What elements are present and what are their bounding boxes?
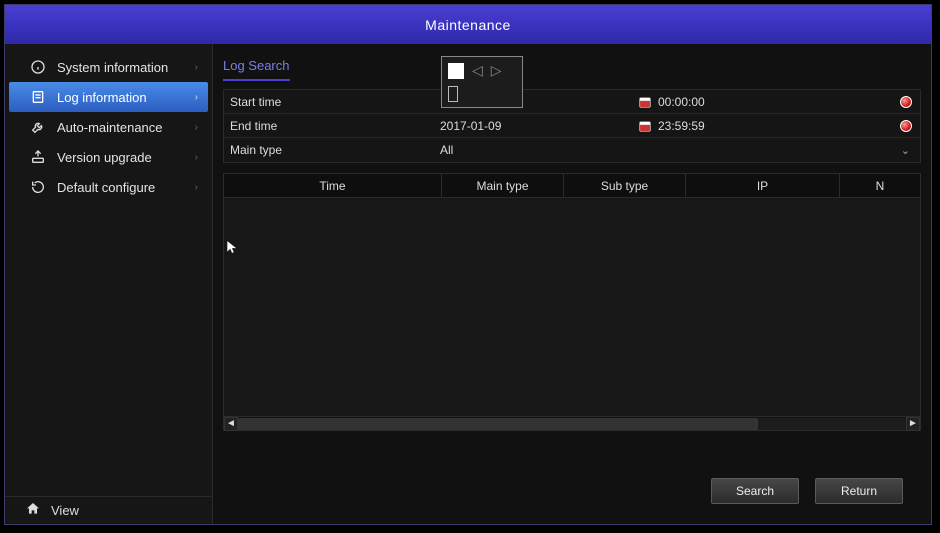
chevron-right-icon: › bbox=[195, 62, 198, 73]
record-icon[interactable] bbox=[900, 120, 912, 132]
sidebar-item-version-upgrade[interactable]: Version upgrade › bbox=[9, 142, 208, 172]
calendar-icon[interactable] bbox=[638, 95, 652, 109]
box-icon[interactable] bbox=[448, 86, 458, 102]
log-icon bbox=[29, 88, 47, 106]
wrench-icon bbox=[29, 118, 47, 136]
filter-panel: Start time 00:00:00 End time bbox=[223, 89, 921, 163]
start-time-label: Start time bbox=[230, 95, 440, 109]
titlebar: Maintenance bbox=[5, 5, 931, 44]
sidebar-item-default-configure[interactable]: Default configure › bbox=[9, 172, 208, 202]
chevron-down-icon: ⌄ bbox=[901, 144, 910, 157]
chevron-right-icon: › bbox=[195, 122, 198, 133]
cursor-icon bbox=[225, 240, 239, 254]
log-table: Time Main type Sub type IP N ◄ ► bbox=[223, 173, 921, 431]
upgrade-icon bbox=[29, 148, 47, 166]
sidebar-bottom-view[interactable]: View bbox=[5, 496, 212, 524]
sidebar-item-label: Auto-maintenance bbox=[57, 120, 163, 135]
col-time: Time bbox=[224, 174, 442, 197]
chevron-right-icon: › bbox=[195, 152, 198, 163]
scroll-track[interactable] bbox=[238, 418, 906, 430]
row-start-time: Start time 00:00:00 bbox=[224, 90, 920, 114]
body: System information › Log information › A… bbox=[5, 44, 931, 524]
chevron-right-icon: › bbox=[195, 92, 198, 103]
main-panel: Log Search Start time 00:00:00 bbox=[213, 44, 931, 524]
info-icon bbox=[29, 58, 47, 76]
main-type-label: Main type bbox=[230, 143, 440, 157]
col-main-type: Main type bbox=[442, 174, 564, 197]
col-ip: IP bbox=[686, 174, 840, 197]
stop-icon[interactable] bbox=[448, 63, 464, 79]
chevron-right-icon: › bbox=[195, 182, 198, 193]
tab-log-search[interactable]: Log Search bbox=[223, 58, 290, 81]
prev-icon[interactable]: ◁ bbox=[472, 62, 483, 79]
start-time-value: 00:00:00 bbox=[658, 95, 705, 109]
col-last: N bbox=[840, 174, 920, 197]
start-time-input[interactable]: 00:00:00 bbox=[658, 95, 705, 109]
maintenance-window: Maintenance System information › Log inf… bbox=[4, 4, 932, 525]
sidebar-item-auto-maintenance[interactable]: Auto-maintenance › bbox=[9, 112, 208, 142]
sidebar-item-system-information[interactable]: System information › bbox=[9, 52, 208, 82]
sidebar-item-label: Version upgrade bbox=[57, 150, 152, 165]
end-date-input[interactable]: 2017-01-09 bbox=[440, 119, 638, 133]
next-icon[interactable]: ▷ bbox=[491, 62, 502, 79]
end-time-input[interactable]: 23:59:59 bbox=[658, 119, 705, 133]
row-end-time: End time 2017-01-09 23:59:59 bbox=[224, 114, 920, 138]
calendar-icon[interactable] bbox=[638, 119, 652, 133]
sidebar-item-log-information[interactable]: Log information › bbox=[9, 82, 208, 112]
table-body bbox=[224, 198, 920, 416]
page-title: Maintenance bbox=[425, 17, 511, 33]
tabs: Log Search bbox=[213, 44, 931, 81]
sidebar-item-label: Log information bbox=[57, 90, 147, 105]
sidebar-item-label: Default configure bbox=[57, 180, 155, 195]
sidebar-item-label: System information bbox=[57, 60, 168, 75]
home-icon bbox=[25, 501, 41, 520]
end-time-label: End time bbox=[230, 119, 440, 133]
col-sub-type: Sub type bbox=[564, 174, 686, 197]
horizontal-scrollbar[interactable]: ◄ ► bbox=[224, 416, 920, 430]
reset-icon bbox=[29, 178, 47, 196]
record-icon[interactable] bbox=[900, 96, 912, 108]
footer: Search Return bbox=[213, 462, 931, 524]
scroll-right-button[interactable]: ► bbox=[906, 417, 920, 431]
scroll-left-button[interactable]: ◄ bbox=[224, 417, 238, 431]
sidebar: System information › Log information › A… bbox=[5, 44, 213, 524]
return-button[interactable]: Return bbox=[815, 478, 903, 504]
table-header: Time Main type Sub type IP N bbox=[224, 174, 920, 198]
main-type-select[interactable]: All bbox=[440, 143, 453, 157]
end-time-value: 23:59:59 bbox=[658, 119, 705, 133]
search-button[interactable]: Search bbox=[711, 478, 799, 504]
row-main-type: Main type All ⌄ bbox=[224, 138, 920, 162]
playback-float-panel[interactable]: ◁ ▷ bbox=[441, 56, 523, 108]
scroll-thumb[interactable] bbox=[238, 418, 758, 430]
sidebar-list: System information › Log information › A… bbox=[5, 44, 212, 202]
end-date-value: 2017-01-09 bbox=[440, 119, 501, 133]
sidebar-bottom-label: View bbox=[51, 503, 79, 518]
